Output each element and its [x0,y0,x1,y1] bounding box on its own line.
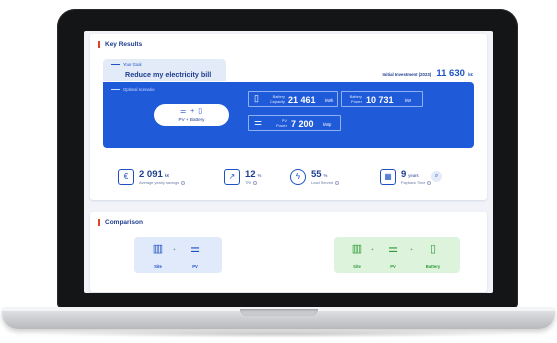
battery-icon: ▯ [254,93,259,103]
laptop-opening-notch [240,309,318,316]
key-results-panel: Key Results Your Goal Reduce my electric… [90,34,487,200]
plus-icon: + [410,247,413,253]
comparison-title: Comparison [98,219,143,226]
battery-capacity-value: 21 461 [288,95,316,105]
battery-power-box: Battery Power 10 731 kW [341,91,423,107]
building-icon: ▥ [351,243,363,255]
battery-capacity-unit: kWh [325,98,334,103]
savings-icon: € [118,169,134,185]
tri-value: 12 [245,169,256,180]
scenario-text: PV + Battery [178,117,205,122]
comparison-panel: Comparison ▥ Site + ⚌ PV ▥ Site + ⚌ PV +… [90,212,487,292]
load-served-value: 55 [311,169,322,180]
laptop-screen: Key Results Your Goal Reduce my electric… [84,31,493,293]
initial-investment-label: Initial Investment (2023) [382,72,432,77]
laptop-shadow [40,330,517,338]
initial-investment-value: 11 630 [436,68,465,79]
battery-capacity-box: ▯ Battery Capacity 21 461 kWh [248,91,338,107]
pv-power-value: 7 200 [291,119,314,129]
key-results-title: Key Results [98,41,142,48]
goal-label: Your Goal [111,62,141,67]
battery-power-label-2: Power [350,98,362,104]
chart-growth-icon: ↗ [224,169,240,185]
solar-panel-icon: ⚌ [190,243,200,255]
pv-label: PV [192,264,198,269]
initial-investment: Initial Investment (2023) 11 630 k€ [382,68,473,79]
payback-label: Payback Time [401,180,426,185]
initial-investment-unit: k€ [468,72,473,77]
info-icon[interactable] [253,180,258,185]
savings-label: Average yearly savings [139,180,180,185]
pv-battery-icon: ⚌ + ▯ [179,108,204,115]
info-icon[interactable] [335,180,340,185]
plus-icon: + [173,247,176,253]
payback-unit: years [408,173,419,178]
pv-label: PV [390,264,396,269]
load-served-unit: % [323,173,328,178]
pv-power-unit: kWp [323,122,332,127]
building-icon: ▥ [152,243,164,255]
battery-capacity-label-2: Capacity [269,98,285,104]
load-served-label: Load Served [311,180,334,185]
tri-label: TRI [245,180,252,185]
search-icon[interactable]: ⌕ [431,171,442,182]
scenario-pill[interactable]: ⚌ + ▯ PV + Battery [154,104,229,126]
comparison-card-site-pv-battery[interactable]: ▥ Site + ⚌ PV + ▯ Battery [334,237,460,273]
goal-value: Reduce my electricity bill [125,70,212,79]
info-icon[interactable] [181,180,186,185]
site-label: Site [154,264,162,269]
calendar-icon: ▦ [380,169,396,185]
battery-label: Battery [425,264,441,269]
tri-unit: % [257,173,262,178]
metrics-row: € 2 091 k€ Average yearly savings ↗ 12% T… [90,157,487,197]
payback-value: 9 [401,169,407,180]
savings-unit: k€ [164,173,170,178]
pv-power-box: ⚌ PV Power 7 200 kWp [248,115,341,131]
savings-value: 2 091 [139,169,163,180]
plus-icon: + [371,247,374,253]
goal-card: Your Goal Reduce my electricity bill [103,59,226,81]
solar-panel-icon: ⚌ [388,243,398,255]
optimal-scenario-card: Optimal scenario ⚌ + ▯ PV + Battery ▯ Ba… [103,82,474,148]
optimal-scenario-label: Optimal scenario [111,87,154,92]
info-icon[interactable] [427,180,432,185]
battery-icon: ▯ [429,243,437,255]
laptop-mockup: Key Results Your Goal Reduce my electric… [0,0,557,343]
pv-power-label-2: Power [275,122,287,128]
lightning-icon: ϟ [290,169,306,185]
site-label: Site [353,264,361,269]
comparison-card-site-pv[interactable]: ▥ Site + ⚌ PV [134,237,222,273]
solar-panel-icon: ⚌ [254,117,263,127]
battery-power-unit: kW [405,98,412,103]
battery-power-value: 10 731 [366,95,394,105]
